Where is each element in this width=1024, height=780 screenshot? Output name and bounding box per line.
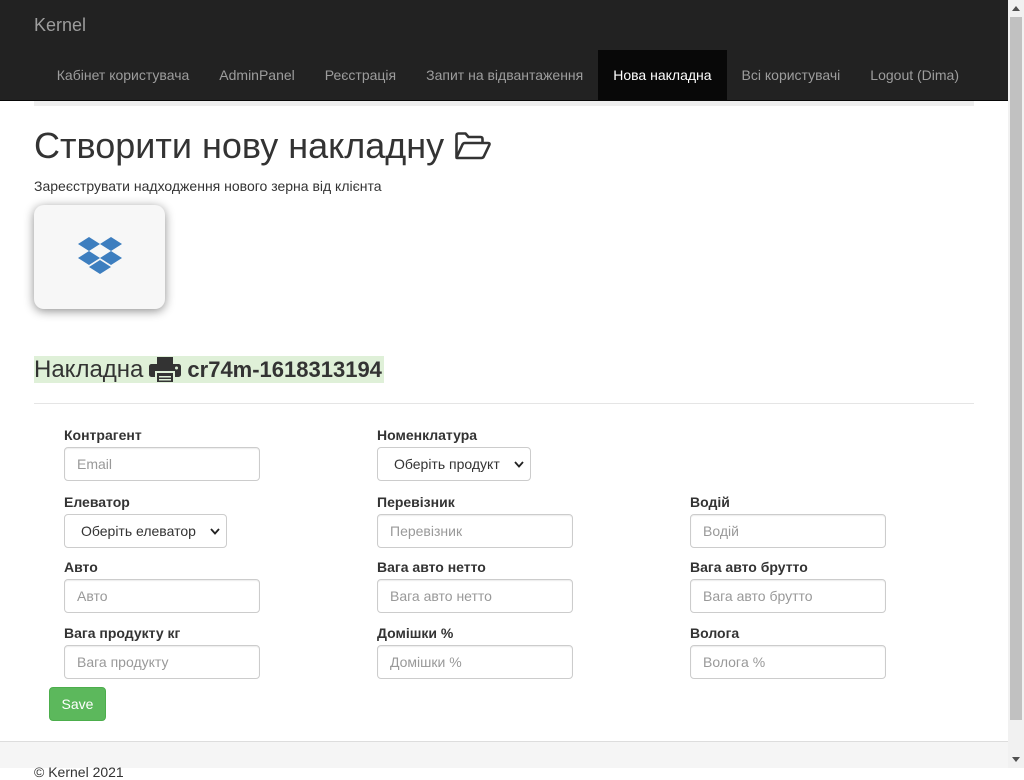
nav-item-all-users[interactable]: Всі користувачі (727, 50, 856, 100)
nav-menu: Кабінет користувача AdminPanel Реєстраці… (42, 50, 974, 100)
product-weight-label: Вага продукту кг (64, 625, 181, 641)
content-top-strip (34, 101, 974, 106)
top-navbar: Kernel Кабінет користувача AdminPanel Ре… (0, 0, 1008, 101)
carrier-label: Перевізник (377, 494, 455, 510)
nav-item-admin-panel[interactable]: AdminPanel (204, 50, 310, 100)
nav-item-new-invoice[interactable]: Нова накладна (598, 50, 727, 100)
product-weight-group: Вага продукту кг (64, 625, 260, 679)
gross-weight-input[interactable] (690, 579, 886, 613)
net-weight-label: Вага авто нетто (377, 559, 486, 575)
page-title: Створити нову накладну (34, 124, 492, 168)
moisture-label: Вологa (690, 625, 740, 641)
brand-logo[interactable]: Kernel (34, 15, 86, 35)
nav-item-shipment-request[interactable]: Запит на відвантаження (411, 50, 598, 100)
driver-input[interactable] (690, 514, 886, 548)
dropbox-icon (77, 237, 122, 274)
counterparty-label: Контрагент (64, 427, 142, 443)
product-weight-input[interactable] (64, 645, 260, 679)
counterparty-email-input[interactable] (64, 447, 260, 481)
driver-label: Водій (690, 494, 730, 510)
divider (34, 403, 974, 404)
vertical-scrollbar[interactable] (1008, 0, 1024, 768)
nomenclature-selected: Оберіть продукт (394, 456, 500, 472)
impurities-group: Домішки % (377, 625, 573, 679)
footer: © Kernel 2021 (0, 741, 1008, 780)
nav-item-registration[interactable]: Реєстрація (310, 50, 411, 100)
counterparty-group: Контрагент (64, 427, 260, 481)
invoice-heading: Накладна cr74m-1618313194 (34, 356, 384, 383)
page-subtitle: Зареєструвати надходження нового зерна в… (34, 178, 382, 194)
driver-group: Водій (690, 494, 886, 548)
invoice-number: cr74m-1618313194 (187, 357, 382, 382)
nomenclature-select[interactable]: Оберіть продукт (377, 447, 531, 481)
nav-item-user-cabinet[interactable]: Кабінет користувача (42, 50, 205, 100)
nomenclature-label: Номенклатура (377, 427, 478, 443)
elevator-selected: Оберіть елеватор (81, 523, 196, 539)
page-title-text: Створити нову накладну (34, 125, 445, 166)
net-weight-group: Вага авто нетто (377, 559, 573, 613)
auto-group: Авто (64, 559, 260, 613)
impurities-input[interactable] (377, 645, 573, 679)
elevator-label: Елеватор (64, 494, 130, 510)
gross-weight-group: Вага авто брутто (690, 559, 886, 613)
auto-input[interactable] (64, 579, 260, 613)
save-button[interactable]: Save (49, 687, 106, 721)
impurities-label: Домішки % (377, 625, 454, 641)
scrollbar-thumb[interactable] (1010, 17, 1022, 720)
chevron-down-icon (514, 448, 524, 480)
invoice-label: Накладна (34, 356, 144, 383)
scroll-up-arrow-icon[interactable] (1008, 0, 1024, 17)
dropbox-upload-card[interactable] (34, 205, 165, 309)
folder-open-icon (455, 132, 492, 160)
scroll-down-arrow-icon[interactable] (1008, 751, 1024, 768)
carrier-group: Перевізник (377, 494, 573, 548)
elevator-group: Елеватор Оберіть елеватор (64, 494, 227, 548)
moisture-input[interactable] (690, 645, 886, 679)
footer-copyright: © Kernel 2021 (34, 764, 124, 780)
nav-item-logout[interactable]: Logout (Dima) (855, 50, 974, 100)
net-weight-input[interactable] (377, 579, 573, 613)
nomenclature-group: Номенклатура Оберіть продукт (377, 427, 531, 481)
carrier-input[interactable] (377, 514, 573, 548)
auto-label: Авто (64, 559, 98, 575)
elevator-select[interactable]: Оберіть елеватор (64, 514, 227, 548)
printer-icon (149, 356, 182, 383)
gross-weight-label: Вага авто брутто (690, 559, 808, 575)
chevron-down-icon (210, 515, 220, 547)
moisture-group: Вологa (690, 625, 886, 679)
